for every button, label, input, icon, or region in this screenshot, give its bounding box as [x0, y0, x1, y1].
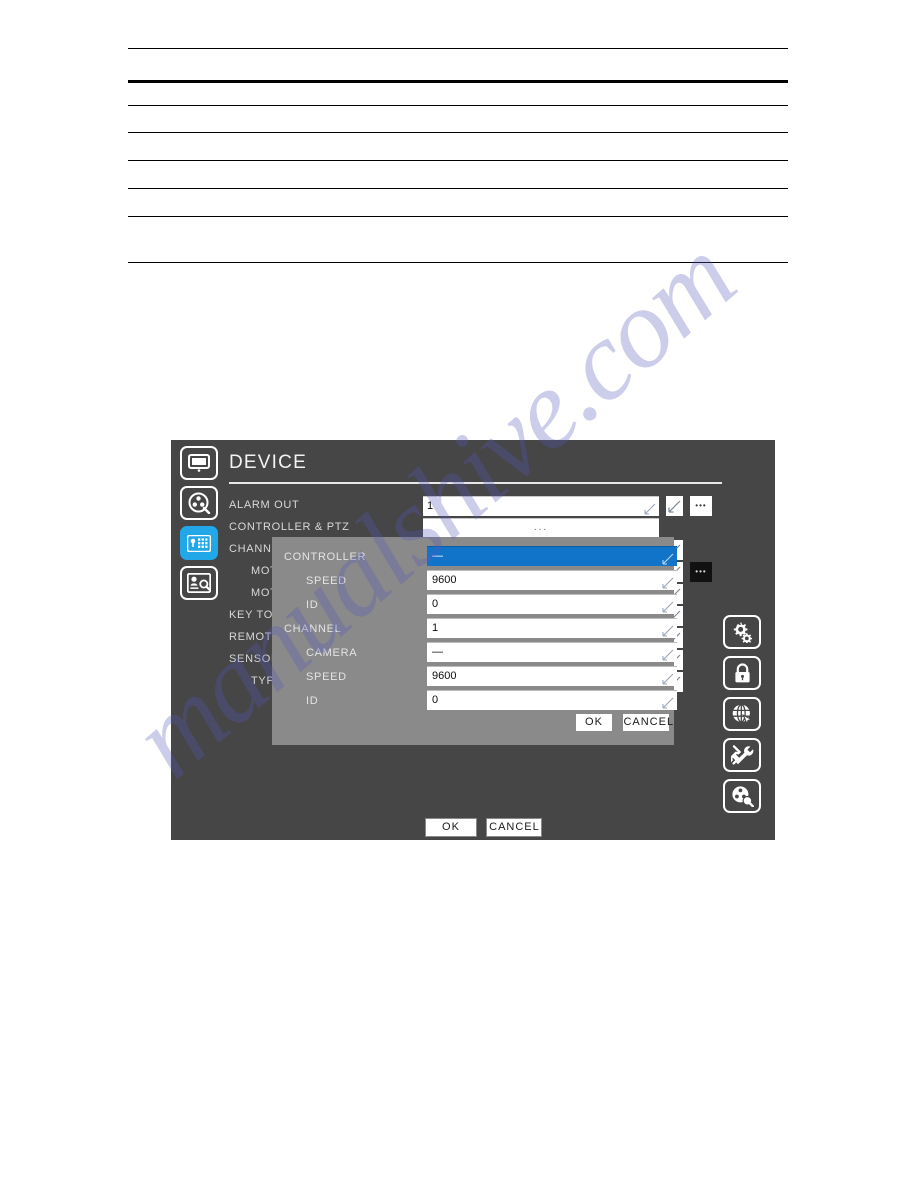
- dialog-row-value: 1: [432, 622, 439, 634]
- dialog-field[interactable]: 1: [427, 618, 677, 638]
- dialog-row-label: ID: [306, 599, 319, 611]
- form-row-value: ...: [533, 522, 549, 533]
- dialog-row-label: CHANNEL: [284, 623, 342, 635]
- dialog-row: CHANNEL 1: [284, 618, 677, 642]
- dialog-form: CONTROLLER — SPEED 9600 ID 0 CHANNEL 1 CAMERA — SP…: [284, 546, 677, 714]
- dialog-row: CONTROLLER —: [284, 546, 677, 570]
- dialog-row: ID 0: [284, 690, 677, 714]
- panel-cancel-button[interactable]: CANCEL: [486, 818, 543, 837]
- lock-icon[interactable]: [723, 656, 761, 690]
- film-reel-search-icon[interactable]: [723, 779, 761, 813]
- tools-icon[interactable]: [723, 738, 761, 772]
- table-rule: [128, 132, 788, 133]
- field-corner-icon: [662, 697, 674, 709]
- film-reel-icon[interactable]: [180, 486, 218, 520]
- dialog-field-selected[interactable]: —: [427, 546, 677, 566]
- field-more-button[interactable]: •••: [690, 562, 712, 582]
- form-row-value: 1: [427, 500, 434, 512]
- table-rule: [128, 160, 788, 161]
- monitor-icon[interactable]: [180, 446, 218, 480]
- field-corner-icon: [644, 503, 656, 515]
- left-icon-rail: [180, 446, 226, 606]
- id-card-search-icon[interactable]: [180, 566, 218, 600]
- table-rule: [128, 80, 788, 83]
- dialog-row: SPEED 9600: [284, 570, 677, 594]
- gears-icon[interactable]: [723, 615, 761, 649]
- field-more-button[interactable]: •••: [690, 496, 712, 516]
- page-title: DEVICE: [229, 452, 307, 473]
- dialog-field[interactable]: 9600: [427, 666, 677, 686]
- dialog-row-label: CAMERA: [306, 647, 358, 659]
- controller-ptz-dialog: CONTROLLER — SPEED 9600 ID 0 CHANNEL 1 CAMERA — SP…: [272, 537, 677, 745]
- field-edit-button[interactable]: [666, 496, 683, 516]
- dialog-row: SPEED 9600: [284, 666, 677, 690]
- dialog-row-label: SPEED: [306, 671, 347, 683]
- edit-pencil-icon: [668, 500, 681, 513]
- dialog-row-label: CONTROLLER: [284, 551, 367, 563]
- right-icon-rail: [723, 615, 769, 820]
- dialog-field[interactable]: 0: [427, 690, 677, 710]
- dialog-row-value: 9600: [432, 574, 457, 586]
- field-corner-icon: [662, 601, 674, 613]
- dialog-row: CAMERA —: [284, 642, 677, 666]
- form-row: ALARM OUT 1 •••: [229, 496, 769, 517]
- table-rule: [128, 262, 788, 263]
- dialog-row-value: 0: [432, 694, 439, 706]
- form-row-field[interactable]: 1: [423, 496, 659, 516]
- dialog-row-value: —: [432, 646, 443, 658]
- field-corner-icon: [662, 577, 674, 589]
- field-corner-icon: [662, 649, 674, 661]
- dialog-row: ID 0: [284, 594, 677, 618]
- field-corner-icon: [662, 553, 674, 565]
- form-row-field[interactable]: ...: [423, 518, 659, 538]
- panel-action-buttons: OK CANCEL: [425, 818, 625, 837]
- dialog-action-buttons: OK CANCEL: [575, 713, 673, 732]
- dialog-ok-button[interactable]: OK: [575, 713, 613, 732]
- field-corner-icon: [662, 673, 674, 685]
- title-divider: [229, 482, 722, 484]
- table-rule: [128, 188, 788, 189]
- dialog-field[interactable]: 9600: [427, 570, 677, 590]
- dialog-field[interactable]: 0: [427, 594, 677, 614]
- table-rule: [128, 216, 788, 217]
- dialog-cancel-button[interactable]: CANCEL: [622, 713, 673, 732]
- globe-cursor-icon[interactable]: [723, 697, 761, 731]
- dialog-row-value: —: [432, 550, 443, 562]
- table-rule: [128, 48, 788, 49]
- keypad-safe-icon[interactable]: [180, 526, 218, 560]
- dialog-row-value: 9600: [432, 670, 457, 682]
- field-corner-icon: [662, 625, 674, 637]
- dialog-field[interactable]: —: [427, 642, 677, 662]
- table-rule: [128, 105, 788, 106]
- dialog-row-value: 0: [432, 598, 439, 610]
- form-row-label: ALARM OUT: [229, 499, 300, 511]
- dialog-row-label: SPEED: [306, 575, 347, 587]
- form-row: CONTROLLER & PTZ...: [229, 518, 769, 539]
- dialog-row-label: ID: [306, 695, 319, 707]
- form-row-label: CONTROLLER & PTZ: [229, 521, 350, 533]
- document-table: [128, 40, 788, 270]
- panel-ok-button[interactable]: OK: [425, 818, 477, 837]
